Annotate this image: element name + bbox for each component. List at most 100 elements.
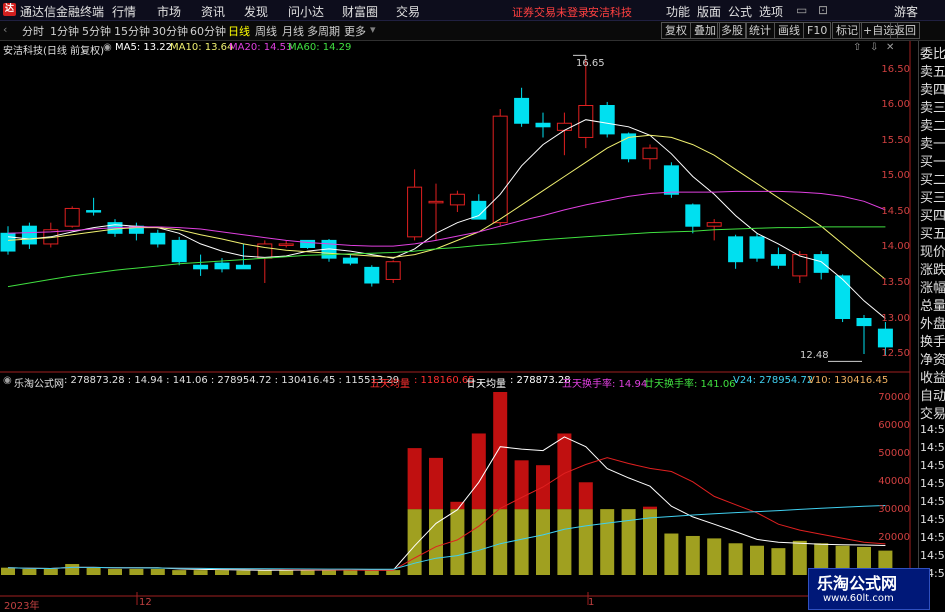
price-tick: 15.50 [881, 135, 910, 146]
candle-down [749, 236, 765, 259]
volume-bar-up [429, 457, 443, 510]
volume-bar-base [407, 509, 422, 575]
volume-bar [43, 568, 58, 575]
candle-down [235, 264, 251, 270]
volume-bar [150, 568, 165, 575]
volume-bar-up [493, 392, 508, 510]
volume-bar-base [471, 509, 486, 575]
rp-time: 14:56 [920, 513, 945, 526]
candle-up [556, 122, 572, 131]
volume-bar-base [792, 540, 807, 575]
volume-bar-up [578, 482, 593, 510]
price-tick: 14.50 [881, 206, 910, 217]
volume-tick: 70000 [878, 392, 910, 403]
candle-down [877, 328, 893, 348]
rp-time: 14:56 [920, 549, 945, 562]
candle-down [813, 254, 829, 273]
rp-time: 14:56 [920, 423, 945, 436]
rp-earnings: 收益 [920, 371, 945, 386]
volume-bar-base [536, 509, 550, 575]
rp-buy2: 买二 [920, 173, 945, 188]
price-tick: 14.00 [881, 241, 910, 252]
volume-bar [257, 570, 272, 575]
candle-down [150, 232, 166, 245]
candle-down [86, 210, 102, 213]
candle-up [278, 243, 294, 246]
volume-bar [193, 570, 208, 575]
candle-down [214, 262, 230, 270]
rp-pct: 涨幅 [920, 281, 945, 296]
volume-tick: 30000 [878, 504, 910, 515]
volume-bar-base [600, 509, 615, 575]
candle-down [193, 264, 209, 270]
rp-time: 14:56 [920, 531, 945, 544]
high-price-label: 16.65 [576, 58, 605, 69]
candle-down [599, 105, 615, 135]
candle-down [171, 239, 187, 263]
price-tick: 12.50 [881, 348, 910, 359]
candle-up [642, 147, 658, 160]
volume-bar-base [578, 509, 593, 575]
volume-bar [300, 570, 315, 575]
price-tick: 16.00 [881, 99, 910, 110]
rp-buy5: 买五 [920, 227, 945, 242]
candle-down [856, 318, 872, 327]
ma5-line [7, 119, 886, 319]
rp-sell2: 卖二 [920, 119, 945, 134]
volume-bar-up [407, 448, 422, 510]
date-tick-year: 2023年 [4, 601, 40, 612]
rp-trade[interactable]: 交易 [920, 403, 945, 422]
volume-bar-base [429, 509, 443, 575]
volume-bar-base [771, 548, 786, 575]
rp-sell4: 卖四 [920, 83, 945, 98]
price-tick: 13.50 [881, 277, 910, 288]
volume-bar-base [450, 509, 465, 575]
volume-bar [22, 568, 37, 575]
volume-bar [215, 570, 229, 575]
candle-down [835, 275, 851, 319]
candle-down [21, 225, 37, 245]
watermark-name: 乐淘公式网 [817, 574, 898, 593]
date-tick-1: 1 [588, 597, 595, 608]
volume-bar [108, 568, 122, 575]
rp-auto[interactable]: 自动 [920, 385, 945, 404]
rp-netasset: 净资 [920, 353, 945, 368]
candle-down [300, 239, 316, 248]
volume-bar [364, 570, 379, 575]
volume-bar-base [557, 509, 572, 575]
volume-bar-base [707, 538, 722, 575]
rp-time: 14:56 [920, 441, 945, 454]
candle-up [407, 186, 423, 238]
volume-bar [65, 564, 80, 575]
price-tick: 15.00 [881, 170, 910, 181]
volume-bar [343, 570, 358, 575]
rp-buy4: 买四 [920, 209, 945, 224]
volume-bar-base [493, 509, 508, 575]
rp-volume: 总量 [920, 299, 945, 314]
volume-bar-up [471, 433, 486, 510]
rp-change: 涨跌 [920, 263, 945, 278]
rp-sell3: 卖三 [920, 101, 945, 116]
volume-bar [322, 570, 336, 575]
low-price-label: 12.48 [800, 350, 829, 361]
rp-weibi: 委比 [920, 47, 945, 62]
candle-up [492, 115, 508, 224]
volume-bar [386, 570, 401, 575]
candle-down [663, 165, 679, 195]
volume-bar-up [643, 506, 657, 510]
candle-up [578, 105, 594, 138]
price-tick: 16.50 [881, 64, 910, 75]
candle-up [449, 193, 465, 206]
volume-tick: 20000 [878, 532, 910, 543]
volume-bar [86, 567, 101, 575]
candle-down [728, 236, 744, 263]
rp-time: 14:56 [920, 495, 945, 508]
rp-outer: 外盘 [920, 317, 945, 332]
volume-bar [172, 570, 187, 575]
watermark-url: www.60lt.com [823, 593, 894, 604]
candle-up [257, 243, 273, 259]
rp-sell5: 卖五 [920, 65, 945, 80]
kline-chart[interactable] [0, 0, 945, 609]
candle-down [514, 97, 530, 124]
quote-side-panel: 委比 卖五 卖四 卖三 卖二 卖一 买一 买二 买三 买四 买五 现价 涨跌 涨… [918, 41, 945, 609]
